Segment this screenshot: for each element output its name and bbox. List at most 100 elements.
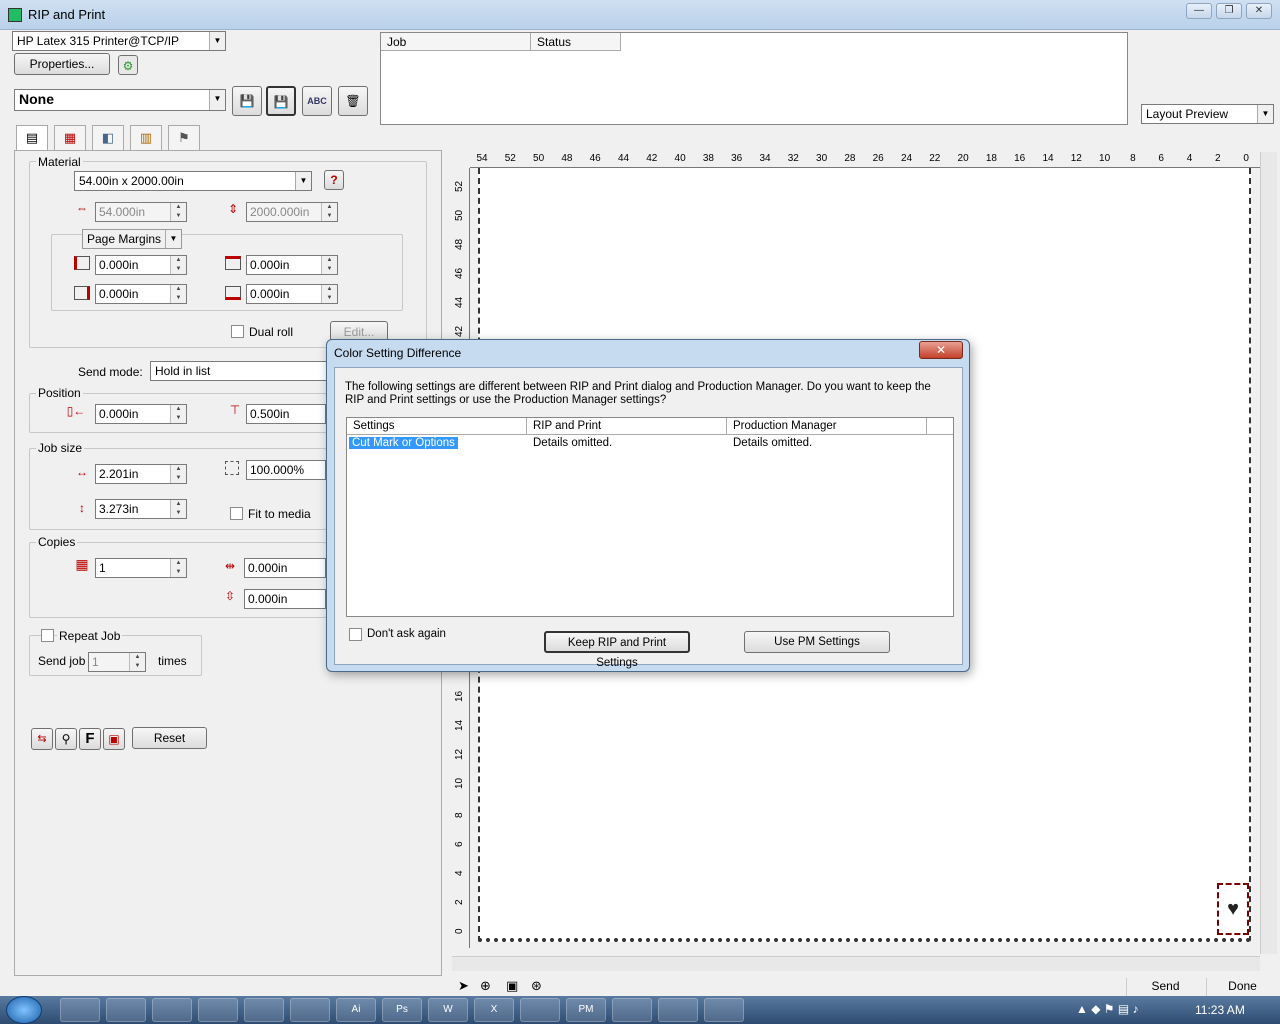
spinner-arrows-icon[interactable]: ▲ ▼ (170, 256, 186, 274)
margin-bottom-field[interactable]: 0.000in ▲ ▼ (246, 284, 338, 304)
person-icon[interactable]: ⚲ (55, 728, 77, 750)
taskbar-sun-icon[interactable] (244, 998, 284, 1022)
margin-left-field[interactable]: 0.000in ▲ ▼ (95, 255, 187, 275)
keep-rip-settings-button[interactable]: Keep RIP and Print Settings (544, 631, 690, 669)
media-width-field[interactable]: 54.000in ▲ ▼ (95, 202, 187, 222)
delete-icon[interactable]: 🗑 (338, 86, 368, 116)
preset-select[interactable]: None ▼ (14, 89, 226, 111)
taskbar-calc-icon[interactable] (520, 998, 560, 1022)
spinner-arrows-icon[interactable]: ▲ ▼ (170, 285, 186, 303)
spinner-arrows-icon[interactable]: ▲ ▼ (170, 465, 186, 483)
taskbar-X-icon[interactable]: X (474, 998, 514, 1022)
job-column-header[interactable]: Job (381, 33, 531, 51)
settings-column-header[interactable]: Settings (347, 418, 527, 435)
f-button[interactable]: F (79, 728, 101, 750)
media-help-icon[interactable]: ? (324, 170, 344, 190)
taskbar-app2-icon[interactable] (612, 998, 652, 1022)
horizontal-gap-field[interactable]: 0.000in (244, 558, 326, 578)
tab-image[interactable]: ◧ (92, 125, 124, 151)
use-pm-settings-button[interactable]: Use PM Settings (744, 631, 890, 653)
media-height-field[interactable]: 2000.000in ▲ ▼ (246, 202, 338, 222)
margin-top-field[interactable]: 0.000in ▲ ▼ (246, 255, 338, 275)
margin-right-field[interactable]: 0.000in ▲ ▼ (95, 284, 187, 304)
repeat-times-field[interactable]: 1 ▲ ▼ (88, 652, 146, 672)
ruler-tick-label: 54 (476, 153, 488, 164)
material-size-select[interactable]: 54.00in x 2000.00in ▼ (74, 171, 312, 191)
spinner-arrows-icon[interactable]: ▲ ▼ (170, 203, 186, 221)
tray-icons[interactable]: ▲ ◆ ⚑ ▤ ♪ (1076, 1002, 1139, 1016)
taskbar-Ps-icon[interactable]: Ps (382, 998, 422, 1022)
ruler-tick-label: 38 (702, 153, 714, 164)
flip-icon[interactable]: ⇆ (31, 728, 53, 750)
spinner-arrows-icon[interactable]: ▲ ▼ (321, 285, 337, 303)
taskbar-app4-icon[interactable] (704, 998, 744, 1022)
job-scale-field[interactable]: 100.000% (246, 460, 326, 480)
job-height-field[interactable]: 3.273in ▲ ▼ (95, 499, 187, 519)
send-mode-select[interactable]: Hold in list (150, 361, 328, 381)
maximize-button[interactable]: ❐ (1216, 3, 1242, 19)
horizontal-scrollbar[interactable] (452, 956, 1260, 971)
job-table[interactable]: Job Status (380, 32, 1128, 125)
pointer-icon[interactable]: ➤ (458, 978, 469, 994)
taskbar-app-icon[interactable] (152, 998, 192, 1022)
vertical-scrollbar[interactable] (1260, 152, 1277, 954)
copies-count-field[interactable]: 1 ▲ ▼ (95, 558, 187, 578)
zoom-icon[interactable]: ⊛ (531, 978, 542, 994)
tab-layout[interactable]: ▦ (54, 125, 86, 151)
dont-ask-checkbox[interactable] (349, 628, 362, 641)
position-x-field[interactable]: 0.000in ▲ ▼ (95, 404, 187, 424)
taskbar-explorer-icon[interactable] (60, 998, 100, 1022)
margin-right-icon (74, 286, 90, 300)
position-y-field[interactable]: 0.500in (246, 404, 326, 424)
table-row-rip-value[interactable]: Details omitted. (533, 437, 612, 449)
tab-color[interactable]: ▥ (130, 125, 162, 151)
tab-printer-options[interactable]: ⚑ (168, 125, 200, 151)
view-select[interactable]: Layout Preview ▼ (1141, 104, 1274, 124)
selected-setting-cell[interactable]: Cut Mark or Options (349, 437, 458, 449)
reset-button[interactable]: Reset (132, 727, 207, 749)
text-frame-icon[interactable]: ▣ (103, 728, 125, 750)
table-row-setting[interactable]: Cut Mark or Options (349, 437, 458, 449)
job-width-field[interactable]: 2.201in ▲ ▼ (95, 464, 187, 484)
properties-button[interactable]: Properties... (14, 53, 110, 75)
clock[interactable]: 11:23 AM (1195, 1003, 1245, 1017)
spinner-arrows-icon[interactable]: ▲ ▼ (170, 500, 186, 518)
save-as-icon[interactable]: 💾 (266, 86, 296, 116)
start-button[interactable] (6, 996, 42, 1024)
taskbar-xara-icon[interactable] (290, 998, 330, 1022)
settings-difference-table[interactable]: Settings RIP and Print Production Manage… (346, 417, 954, 617)
spinner-arrows-icon[interactable]: ▲ ▼ (170, 559, 186, 577)
rename-icon[interactable]: ABC (302, 86, 332, 116)
margins-mode-select[interactable]: Page Margins ▼ (82, 229, 182, 249)
taskbar-rip-print-icon[interactable] (198, 998, 238, 1022)
zoom-in-icon[interactable]: ⊕ (480, 978, 491, 994)
fit-page-icon[interactable]: ▣ (506, 978, 518, 994)
spinner-arrows-icon[interactable]: ▲ ▼ (170, 405, 186, 423)
vertical-gap-field[interactable]: 0.000in (244, 589, 326, 609)
dialog-close-button[interactable]: ✕ (919, 341, 963, 359)
close-button[interactable]: ✕ (1246, 3, 1272, 19)
fit-to-media-checkbox[interactable] (230, 507, 243, 520)
taskbar-Ai-icon[interactable]: Ai (336, 998, 376, 1022)
send-button[interactable]: Send (1126, 978, 1204, 996)
taskbar-app3-icon[interactable] (658, 998, 698, 1022)
taskbar-W-icon[interactable]: W (428, 998, 468, 1022)
tab-job-properties[interactable]: ▤ (16, 125, 48, 151)
printer-select[interactable]: HP Latex 315 Printer@TCP/IP ▼ (12, 31, 226, 51)
repeat-job-checkbox[interactable] (41, 629, 54, 642)
spinner-arrows-icon[interactable]: ▲ ▼ (129, 653, 145, 671)
taskbar-chrome-icon[interactable] (106, 998, 146, 1022)
done-button[interactable]: Done (1206, 978, 1278, 996)
dual-roll-checkbox[interactable] (231, 325, 244, 338)
pm-column-header[interactable]: Production Manager (727, 418, 927, 435)
spinner-arrows-icon[interactable]: ▲ ▼ (321, 203, 337, 221)
rip-column-header[interactable]: RIP and Print (527, 418, 727, 435)
job-thumbnail[interactable]: ♥ (1217, 883, 1249, 935)
status-column-header[interactable]: Status (531, 33, 621, 51)
taskbar-PM-icon[interactable]: PM (566, 998, 606, 1022)
minimize-button[interactable]: — (1186, 3, 1212, 19)
table-row-pm-value[interactable]: Details omitted. (733, 437, 812, 449)
connect-icon[interactable]: ⚙ (118, 55, 138, 75)
spinner-arrows-icon[interactable]: ▲ ▼ (321, 256, 337, 274)
save-icon[interactable]: 💾 (232, 86, 262, 116)
